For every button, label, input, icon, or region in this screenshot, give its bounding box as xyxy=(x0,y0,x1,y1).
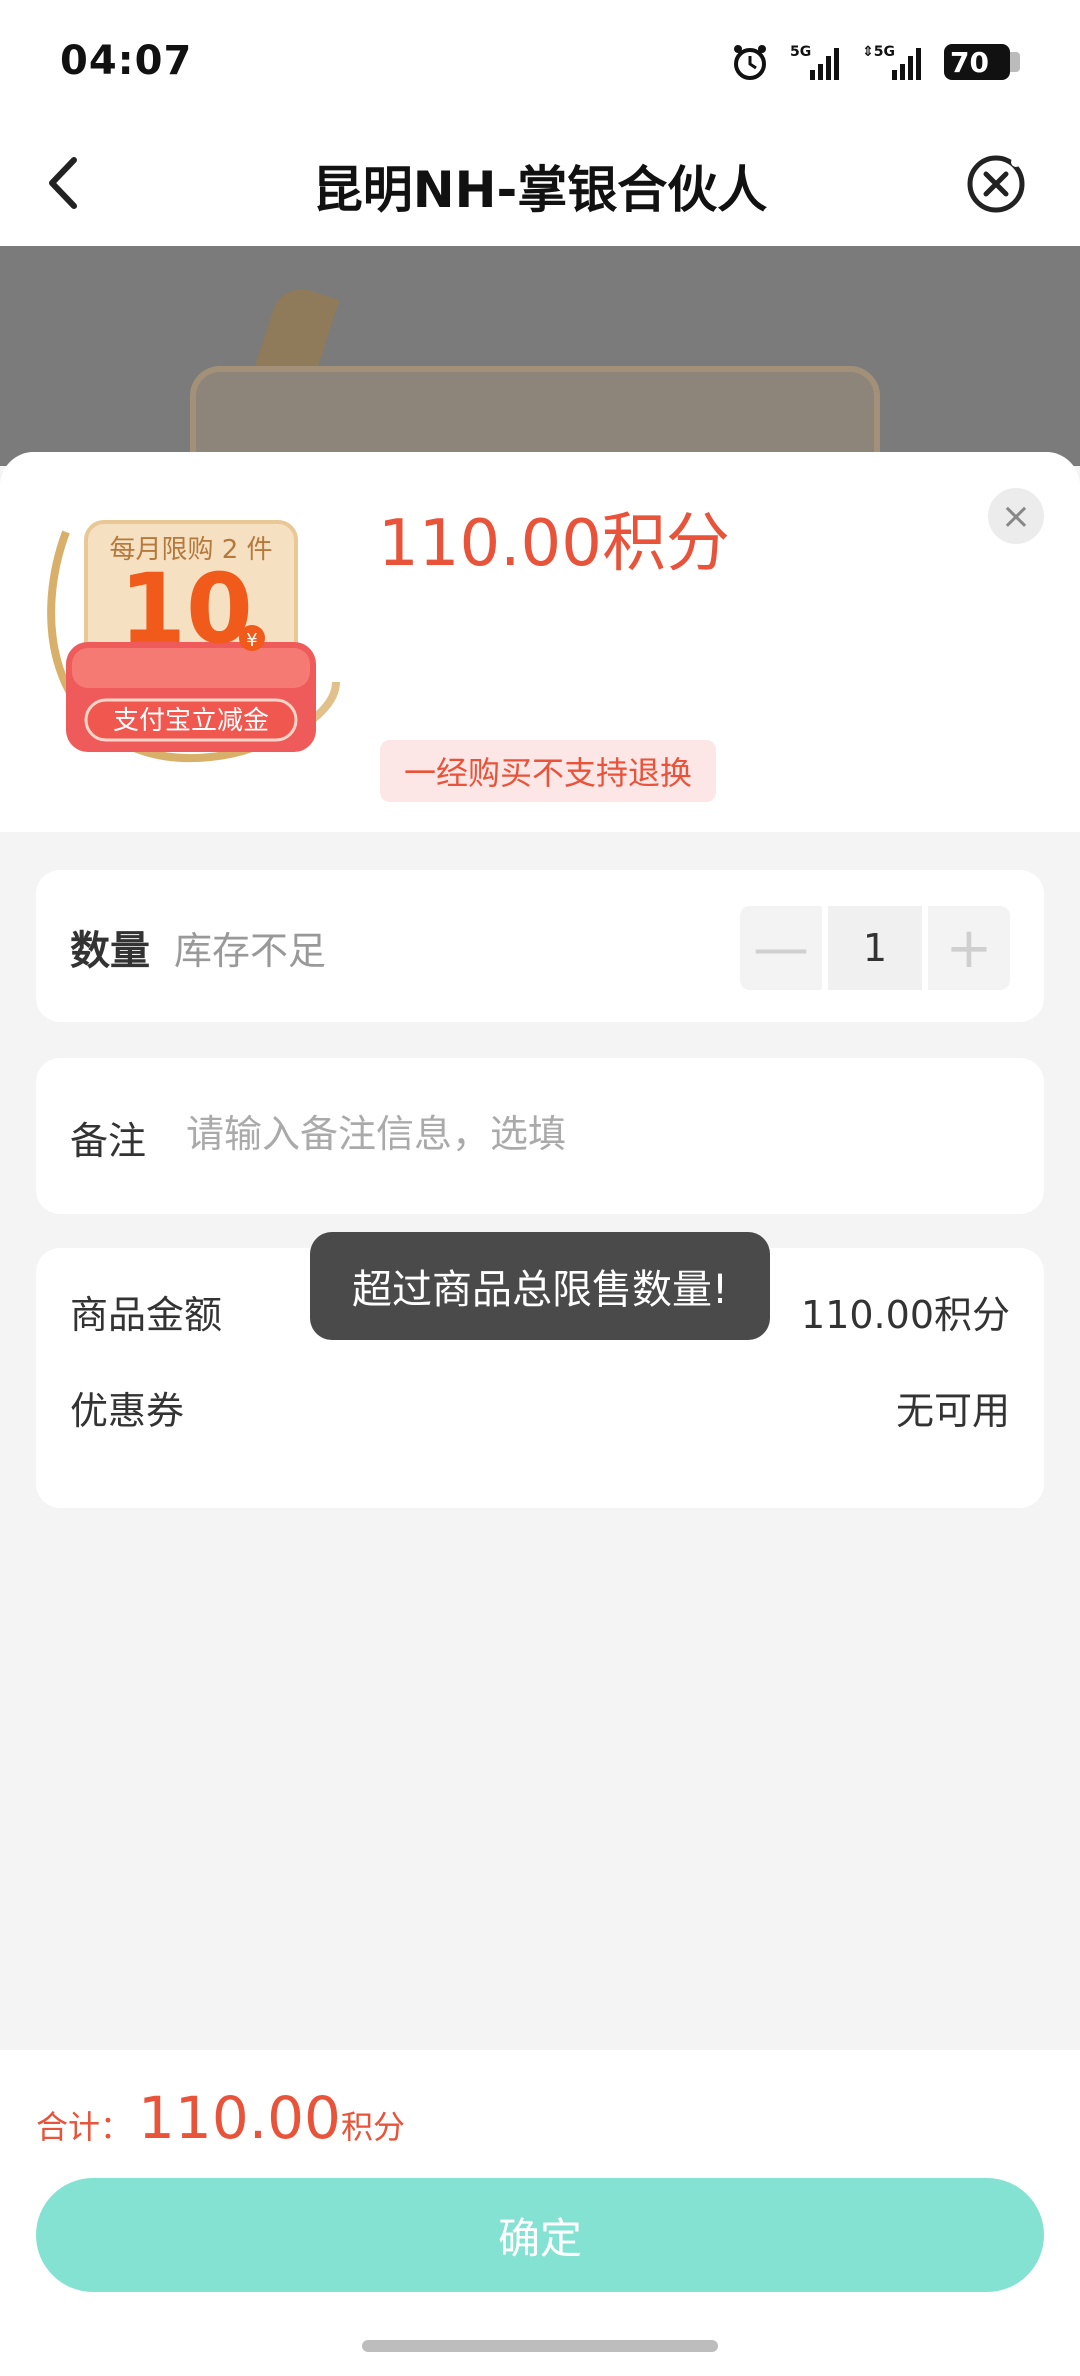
stock-status: 库存不足 xyxy=(174,929,327,973)
svg-text:⇕5G: ⇕5G xyxy=(862,44,895,60)
no-return-tag: 一经购买不支持退换 xyxy=(380,740,717,802)
close-icon: × xyxy=(1000,495,1032,537)
badge-currency-text: ¥ xyxy=(246,630,257,651)
nav-bar: 昆明NH-掌银合伙人 xyxy=(0,120,1080,246)
svg-text:5G: 5G xyxy=(790,44,811,60)
note-label: 备注 xyxy=(70,1119,147,1163)
footer-bar: 合计： 110.00 积分 确定 xyxy=(0,2050,1080,2376)
decrease-button[interactable]: — xyxy=(740,906,822,990)
quantity-value[interactable]: 1 xyxy=(828,906,922,990)
battery-level: 70 xyxy=(950,45,989,79)
goods-amount-value: 110.00积分 xyxy=(801,1293,1010,1337)
total-amount: 110.00 xyxy=(138,2084,341,2152)
total-label: 合计： xyxy=(36,2108,133,2146)
sheet-header: 每月限购 2 件 10 ¥ 支付宝立减金 110.00积分 × 一经购买不支持退… xyxy=(0,452,1080,832)
alarm-icon xyxy=(734,45,766,80)
signal-5g-icon-2: ⇕5G xyxy=(862,44,921,80)
dimmed-background[interactable] xyxy=(0,246,1080,466)
badge-bottom-text: 支付宝立减金 xyxy=(113,706,269,736)
increase-button[interactable]: + xyxy=(928,906,1010,990)
page-title: 昆明NH-掌银合伙人 xyxy=(312,161,768,219)
badge-value-text: 10 xyxy=(119,553,253,665)
product-image: 每月限购 2 件 10 ¥ 支付宝立减金 xyxy=(47,520,340,763)
total-line: 合计： 110.00 积分 xyxy=(36,2084,405,2152)
close-sheet-button[interactable]: × xyxy=(988,488,1044,544)
battery-icon: 70 xyxy=(944,44,1020,80)
coupon-value: 无可用 xyxy=(895,1389,1010,1433)
background-banner xyxy=(190,366,880,466)
status-bar: 04:07 5G ⇕5G 70 xyxy=(0,0,1080,120)
coupon-label: 优惠券 xyxy=(70,1389,185,1433)
home-indicator[interactable] xyxy=(362,2340,718,2352)
note-card: 备注 xyxy=(36,1058,1044,1214)
status-time: 04:07 xyxy=(60,38,193,84)
close-miniapp-icon[interactable] xyxy=(964,152,1028,216)
quantity-label: 数量 xyxy=(70,928,150,974)
toast-message: 超过商品总限售数量! xyxy=(310,1232,770,1340)
coupon-row[interactable]: 优惠券 无可用 xyxy=(70,1380,1010,1435)
note-input[interactable] xyxy=(186,1102,1006,1166)
quantity-stepper: — 1 + xyxy=(740,906,1010,990)
confirm-button[interactable]: 确定 xyxy=(36,2178,1044,2292)
minus-icon: — xyxy=(753,915,809,981)
product-price: 110.00积分 xyxy=(378,507,730,581)
quantity-card: 数量 库存不足 — 1 + xyxy=(36,870,1044,1022)
status-icons: 5G ⇕5G 70 xyxy=(730,40,1020,84)
signal-5g-icon: 5G xyxy=(790,44,839,80)
plus-icon: + xyxy=(945,915,993,981)
total-unit: 积分 xyxy=(340,2108,405,2146)
goods-amount-label: 商品金额 xyxy=(70,1293,223,1337)
